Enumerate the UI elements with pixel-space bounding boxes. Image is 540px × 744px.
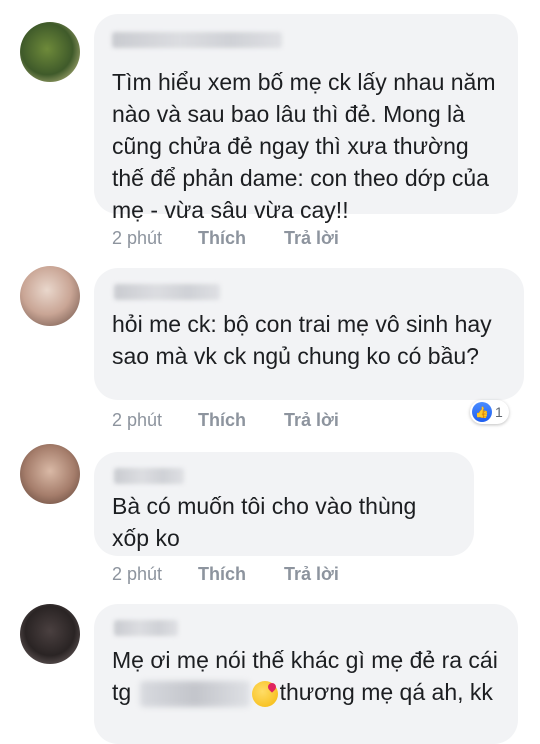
author-name[interactable] <box>114 620 178 636</box>
comment-actions: 2 phút Thích Trả lời <box>112 410 339 431</box>
timestamp[interactable]: 2 phút <box>112 228 198 249</box>
thumbs-up-icon: 👍 <box>472 402 492 422</box>
comment-text: Tìm hiểu xem bố mẹ ck lấy nhau năm nào v… <box>112 69 496 223</box>
comment-bubble: Tìm hiểu xem bố mẹ ck lấy nhau năm nào v… <box>94 14 518 223</box>
avatar[interactable] <box>20 266 80 326</box>
comment-bubble: Mẹ ơi mẹ nói thế khác gì mẹ đẻ ra cái tg… <box>94 604 518 744</box>
reaction-number: 1 <box>495 404 503 420</box>
like-link[interactable]: Thích <box>198 564 284 585</box>
comment-text: hỏi me ck: bộ con trai mẹ vô sinh hay sa… <box>112 311 492 369</box>
comment-actions: 2 phút Thích Trả lời <box>112 564 339 585</box>
comment-bubble: Bà có muốn tôi cho vào thùng xốp ko <box>94 452 474 556</box>
avatar[interactable] <box>20 444 80 504</box>
avatar[interactable] <box>20 22 80 82</box>
author-name[interactable] <box>114 284 220 300</box>
reply-link[interactable]: Trả lời <box>284 410 339 431</box>
like-link[interactable]: Thích <box>198 410 284 431</box>
author-name[interactable] <box>114 468 184 484</box>
comment-actions: 2 phút Thích Trả lời <box>112 228 339 249</box>
comment-text: Mẹ ơi mẹ nói thế khác gì mẹ đẻ ra cái tg… <box>112 644 498 708</box>
reply-link[interactable]: Trả lời <box>284 564 339 585</box>
reply-link[interactable]: Trả lời <box>284 228 339 249</box>
timestamp[interactable]: 2 phút <box>112 564 198 585</box>
author-name[interactable] <box>112 32 282 48</box>
timestamp[interactable]: 2 phút <box>112 410 198 431</box>
kissing-face-emoji-icon <box>251 680 278 707</box>
blurred-name <box>139 680 250 707</box>
reaction-count[interactable]: 👍 1 <box>470 400 509 424</box>
avatar[interactable] <box>20 604 80 664</box>
comment-text: Bà có muốn tôi cho vào thùng xốp ko <box>112 493 417 551</box>
like-link[interactable]: Thích <box>198 228 284 249</box>
comment-text-end: thương mẹ qá ah, kk <box>279 679 493 705</box>
comment-bubble: hỏi me ck: bộ con trai mẹ vô sinh hay sa… <box>94 268 524 400</box>
